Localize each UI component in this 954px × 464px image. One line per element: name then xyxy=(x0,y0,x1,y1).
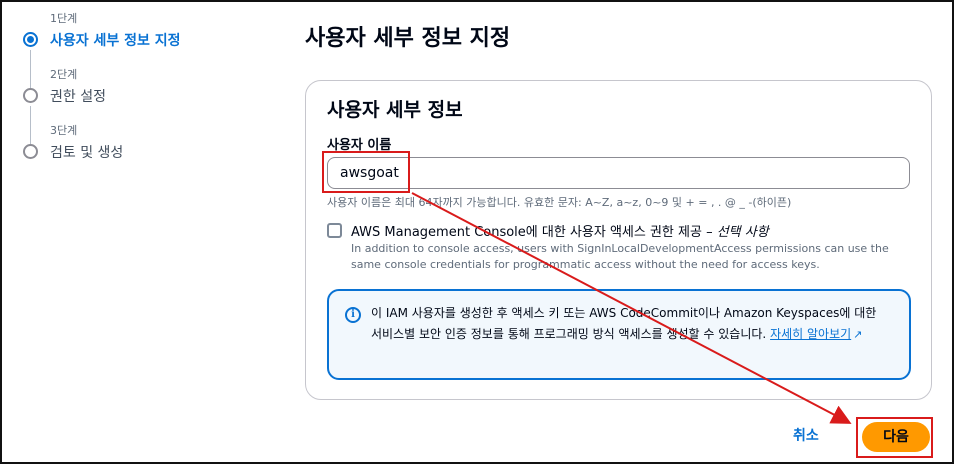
user-details-container: 사용자 세부 정보 사용자 이름 awsgoat 사용자 이름은 최대 64자까… xyxy=(305,80,932,400)
info-alert: i 이 IAM 사용자를 생성한 후 액세스 키 또는 AWS CodeComm… xyxy=(327,289,911,380)
step-label[interactable]: 검토 및 생성 xyxy=(50,142,123,162)
container-title: 사용자 세부 정보 xyxy=(327,99,463,121)
step-number: 2단계 xyxy=(50,68,78,81)
step-3[interactable]: 3단계 검토 및 생성 xyxy=(20,122,280,178)
info-icon: i xyxy=(345,307,361,323)
step-active-indicator-icon xyxy=(23,32,38,47)
annotation-highlight-next xyxy=(856,417,933,458)
step-indicator-icon xyxy=(23,88,38,103)
console-access-label[interactable]: AWS Management Console에 대한 사용자 액세스 권한 제공… xyxy=(351,221,769,240)
step-label[interactable]: 사용자 세부 정보 지정 xyxy=(50,30,181,50)
learn-more-link[interactable]: 자세히 알아보기 xyxy=(770,327,851,341)
step-1[interactable]: 1단계 사용자 세부 정보 지정 xyxy=(20,10,280,88)
step-number: 1단계 xyxy=(50,12,78,25)
annotation-highlight-username xyxy=(322,151,410,193)
console-access-checkbox[interactable] xyxy=(327,223,342,238)
step-2[interactable]: 2단계 권한 설정 xyxy=(20,66,280,144)
step-indicator-icon xyxy=(23,144,38,159)
cancel-button[interactable]: 취소 xyxy=(793,425,819,445)
username-input[interactable]: awsgoat xyxy=(327,157,910,189)
external-link-icon[interactable]: ↗ xyxy=(853,324,862,345)
step-number: 3단계 xyxy=(50,124,78,137)
optional-tag: 선택 사항 xyxy=(716,225,769,240)
console-access-label-text: AWS Management Console에 대한 사용자 액세스 권한 제공… xyxy=(351,225,717,240)
username-constraint-text: 사용자 이름은 최대 64자까지 가능합니다. 유효한 문자: A~Z, a~z… xyxy=(327,196,792,209)
wizard-steps: 1단계 사용자 세부 정보 지정 2단계 권한 설정 3단계 검토 및 생성 xyxy=(20,10,280,178)
step-label[interactable]: 권한 설정 xyxy=(50,86,106,106)
console-access-description: In addition to console access, users wit… xyxy=(351,242,889,271)
info-alert-text: 이 IAM 사용자를 생성한 후 액세스 키 또는 AWS CodeCommit… xyxy=(371,303,891,345)
page-title: 사용자 세부 정보 지정 xyxy=(305,26,511,51)
